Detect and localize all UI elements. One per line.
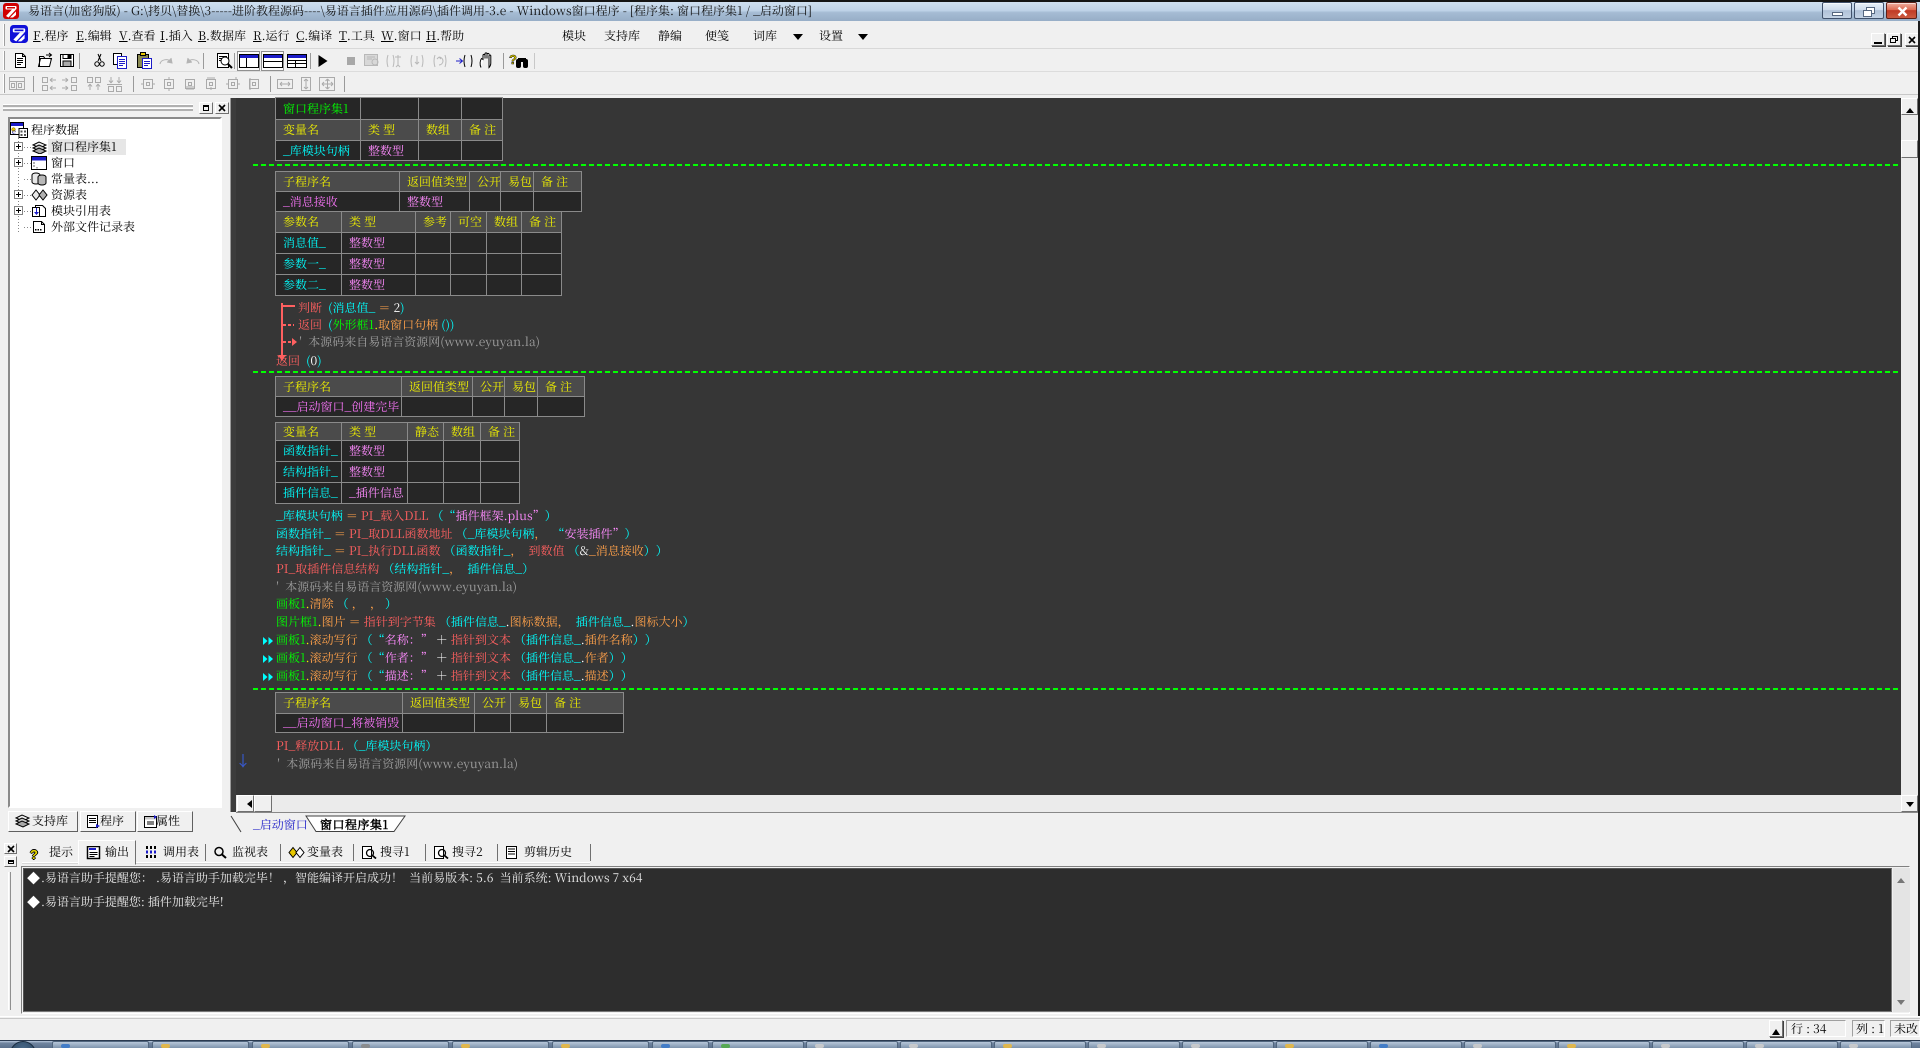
svg-text:?: ? — [509, 51, 517, 68]
svg-text:e: e — [12, 127, 16, 137]
